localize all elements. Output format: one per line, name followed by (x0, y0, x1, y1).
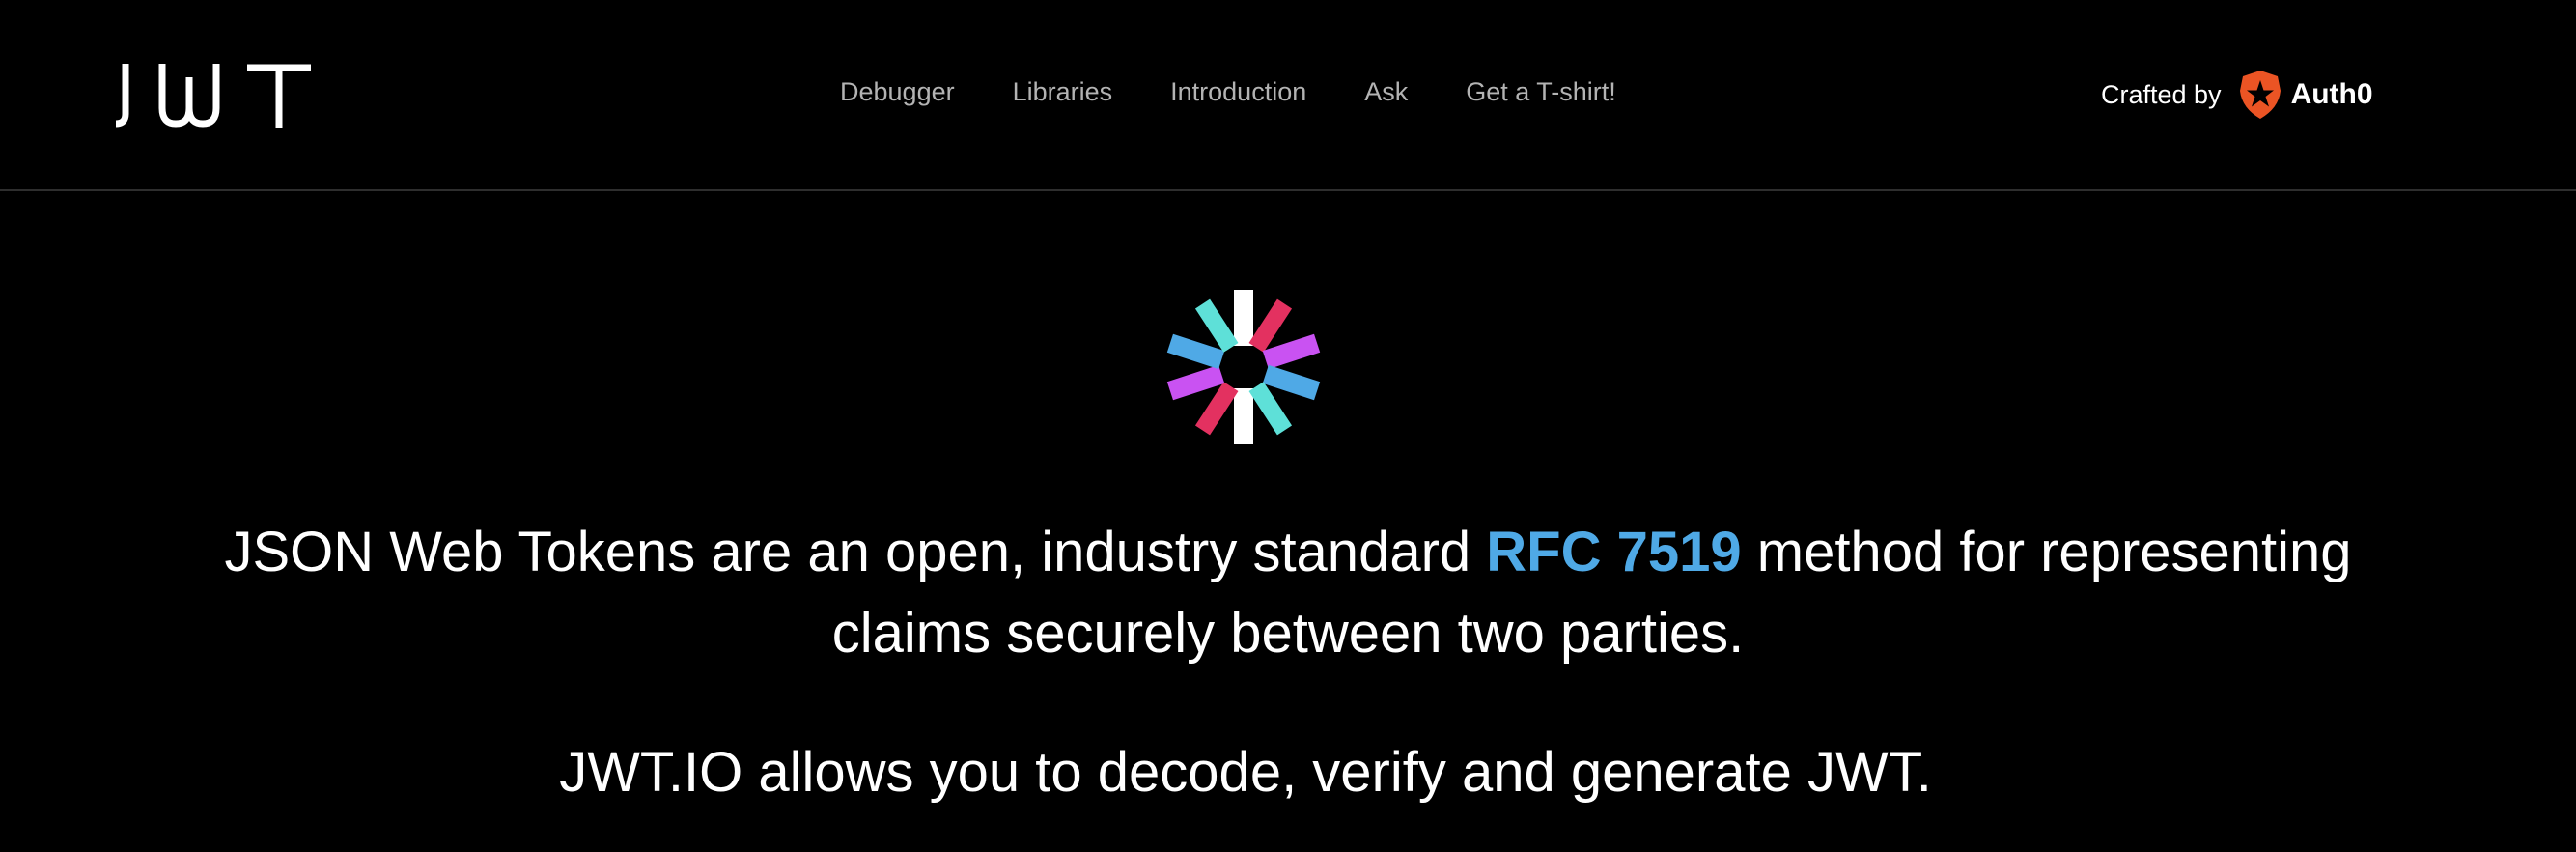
headline-text-part-2: method for representing (1756, 521, 2352, 583)
nav-introduction[interactable]: Introduction (1170, 77, 1306, 107)
site-header: Debugger Libraries Introduction Ask Get … (0, 0, 2576, 191)
crafted-by-auth0-link[interactable]: Crafted by Auth0 (2101, 68, 2373, 122)
jwt-wordmark-logo[interactable] (112, 64, 311, 128)
crafted-by-label: Crafted by (2101, 79, 2222, 109)
nav-libraries[interactable]: Libraries (1013, 77, 1113, 107)
rfc-7519-link[interactable]: RFC 7519 (1486, 521, 1741, 583)
nav-debugger[interactable]: Debugger (840, 77, 955, 107)
hero-headline: JSON Web Tokens are an open, industry st… (0, 512, 2576, 674)
page: Debugger Libraries Introduction Ask Get … (0, 0, 2576, 852)
auth0-shield-icon (2239, 71, 2281, 119)
jwt-logo-icon (1166, 290, 1321, 444)
nav-ask[interactable]: Ask (1364, 77, 1408, 107)
hero-headline-line-1: JSON Web Tokens are an open, industry st… (0, 512, 2576, 593)
nav-get-tshirt[interactable]: Get a T-shirt! (1466, 77, 1616, 107)
hero-headline-line-2: claims securely between two parties. (831, 602, 1745, 665)
headline-text-part-1: JSON Web Tokens are an open, industry st… (224, 521, 1471, 583)
hero-subline: JWT.IO allows you to decode, verify and … (559, 741, 1932, 804)
auth0-brand-name: Auth0 (2290, 78, 2373, 110)
main-nav: Debugger Libraries Introduction Ask Get … (840, 77, 1616, 107)
